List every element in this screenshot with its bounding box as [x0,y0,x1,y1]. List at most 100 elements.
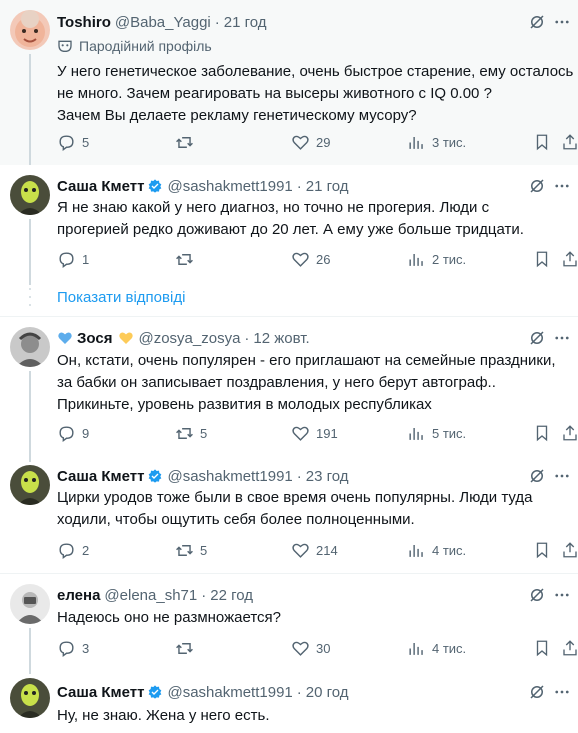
tweet-5[interactable]: елена @elena_sh71 · 22 год Надеюсь оно н… [0,574,578,674]
like-button[interactable]: 26 [291,249,330,269]
tweet-1[interactable]: Toshiro @Baba_Yaggi · 21 год Пародійний … [0,0,578,165]
author-name[interactable]: Саша Кметт [57,468,144,485]
reply-button[interactable]: 3 [57,638,89,658]
share-button[interactable] [561,132,578,152]
tweet-header: Саша Кметт @sashakmett1991 · 20 год [57,682,538,702]
author-handle[interactable]: @Baba_Yaggi [115,14,211,31]
grok-icon[interactable] [528,683,546,701]
separator-dot: · [296,467,302,485]
reply-icon [59,542,74,559]
parody-label: Пародійний профіль [57,36,212,56]
author-name[interactable]: елена [57,587,100,604]
grok-icon[interactable] [528,467,546,485]
views-icon [409,136,423,149]
timestamp[interactable]: 23 год [306,468,349,485]
share-button[interactable] [561,540,578,560]
bookmark-button[interactable] [533,638,557,658]
like-button[interactable]: 214 [291,540,338,560]
reply-button[interactable]: 2 [57,540,89,560]
avatar[interactable] [10,678,50,718]
tweet-3[interactable]: Зося @zosya_zosya · 12 жовт. Он, кстати,… [0,317,578,462]
reply-button[interactable]: 1 [57,249,89,269]
grok-icon[interactable] [528,329,546,347]
timestamp[interactable]: 21 год [224,14,267,31]
more-icon[interactable] [552,586,572,604]
tweet-header: Зося @zosya_zosya · 12 жовт. [57,328,538,348]
views-button[interactable]: 3 тис. [407,132,466,152]
reply-count: 3 [82,640,90,656]
thread-line [29,371,31,462]
avatar[interactable] [10,327,50,367]
repost-count: 5 [200,425,208,441]
tweet-line: ходили, чтобы ощутить себя более полноце… [57,511,415,528]
more-icon[interactable] [552,683,572,701]
author-name[interactable]: Toshiro [57,14,111,31]
repost-button[interactable] [175,249,200,269]
show-replies-link[interactable]: Показати відповіді [57,289,185,306]
views-button[interactable]: 4 тис. [407,540,466,560]
reply-icon [59,134,74,151]
share-button[interactable] [561,249,578,269]
views-icon [409,544,423,557]
author-name[interactable]: Саша Кметт [57,178,144,195]
views-button[interactable]: 4 тис. [407,638,466,658]
share-icon [563,542,577,558]
tweet-header: елена @elena_sh71 · 22 год [57,585,538,605]
grok-icon[interactable] [528,177,546,195]
reply-button[interactable]: 5 [57,132,89,152]
like-button[interactable]: 191 [291,423,338,443]
author-handle[interactable]: @sashakmett1991 [167,468,292,485]
author-handle[interactable]: @elena_sh71 [104,587,197,604]
repost-button[interactable]: 5 [175,423,207,443]
share-icon [563,425,577,441]
views-icon [409,253,423,266]
bookmark-button[interactable] [533,249,557,269]
timestamp[interactable]: 20 год [306,684,349,701]
avatar[interactable] [10,10,50,50]
author-handle[interactable]: @zosya_zosya [138,330,240,347]
reply-count: 9 [82,425,90,441]
like-button[interactable]: 29 [291,132,330,152]
tweet-actions: 3 30 4 тис. [57,638,578,658]
timestamp[interactable]: 21 год [306,178,349,195]
avatar[interactable] [10,584,50,624]
timestamp[interactable]: 12 жовт. [253,330,309,347]
repost-icon [176,427,193,439]
repost-icon [176,253,193,265]
timestamp[interactable]: 22 год [210,587,253,604]
views-count: 4 тис. [432,542,467,558]
views-button[interactable]: 2 тис. [407,249,466,269]
avatar[interactable] [10,175,50,215]
tweet-4[interactable]: Саша Кметт @sashakmett1991 · 23 год Цирк… [0,462,578,573]
avatar[interactable] [10,465,50,505]
heart-icon [292,543,309,558]
share-button[interactable] [561,423,578,443]
grok-icon[interactable] [528,13,546,31]
more-icon[interactable] [552,177,572,195]
views-button[interactable]: 5 тис. [407,423,466,443]
more-icon[interactable] [552,467,572,485]
bookmark-button[interactable] [533,132,557,152]
bookmark-button[interactable] [533,423,557,443]
author-handle[interactable]: @sashakmett1991 [167,178,292,195]
more-icon[interactable] [552,13,572,31]
bookmark-button[interactable] [533,540,557,560]
tweet-text: Цирки уродов тоже были в свое время очен… [57,487,566,531]
share-button[interactable] [561,638,578,658]
repost-button[interactable] [175,638,200,658]
author-name[interactable]: Зося [77,330,112,347]
share-icon [563,251,577,267]
more-icon[interactable] [552,329,572,347]
author-handle[interactable]: @sashakmett1991 [167,684,292,701]
author-name[interactable]: Саша Кметт [57,684,144,701]
tweet-header: Саша Кметт @sashakmett1991 · 23 год [57,466,538,486]
repost-button[interactable]: 5 [175,540,207,560]
reply-button[interactable]: 9 [57,423,89,443]
tweet-line: Надеюсь оно не размножается? [57,609,281,626]
tweet-6[interactable]: Саша Кметт @sashakmett1991 · 20 год Ну, … [0,674,578,733]
repost-button[interactable] [175,132,200,152]
bookmark-icon [536,134,548,151]
like-button[interactable]: 30 [291,638,330,658]
like-count: 214 [316,542,338,558]
grok-icon[interactable] [528,586,546,604]
